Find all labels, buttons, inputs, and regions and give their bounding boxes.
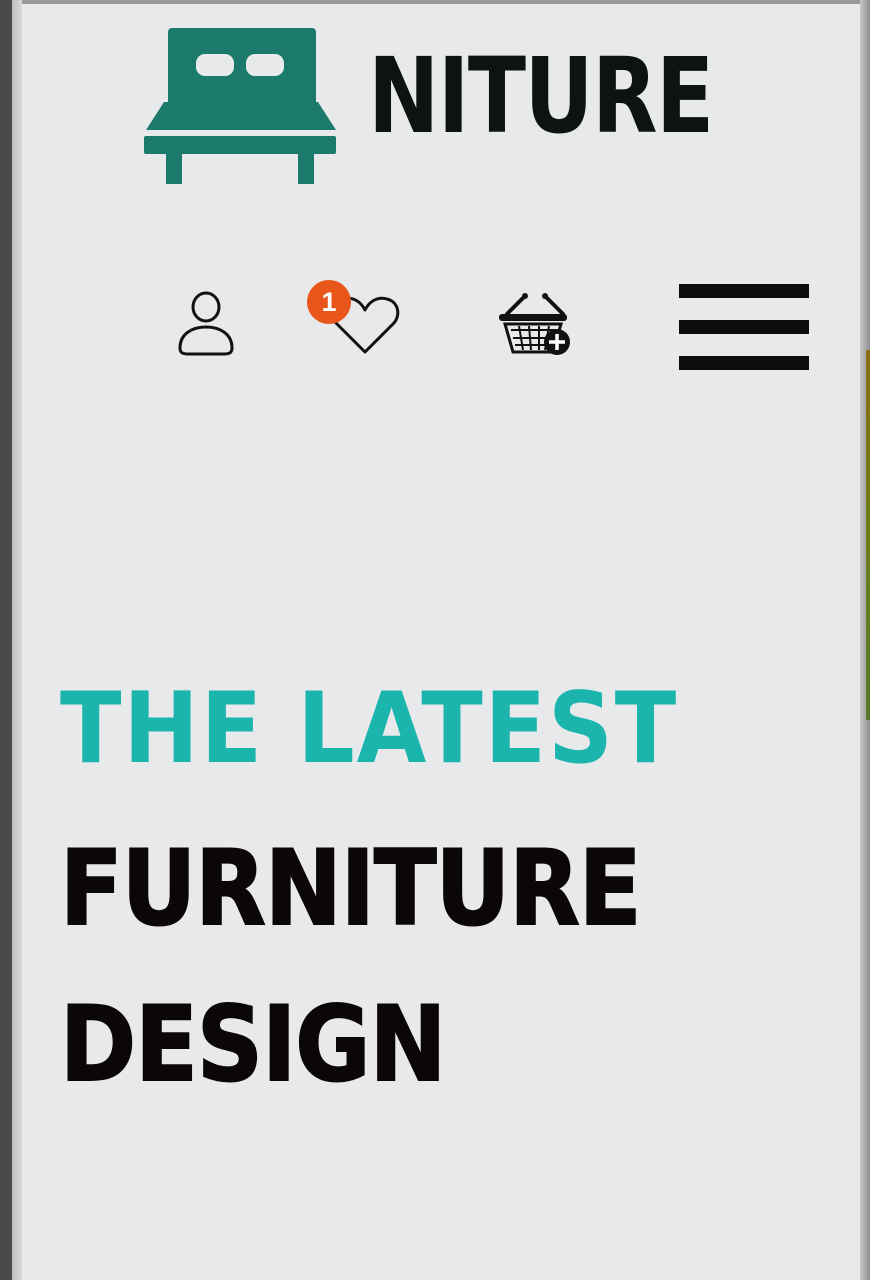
header-actions: 1 (22, 274, 860, 384)
hero-tagline: THE LATEST (60, 672, 679, 786)
background-sliver (866, 350, 870, 720)
device-frame-edge (12, 0, 22, 1280)
hero-title-line-1: FURNITURE (59, 829, 642, 949)
basket-add-icon (499, 293, 570, 355)
account-button[interactable] (174, 290, 238, 356)
user-icon (178, 291, 234, 356)
device-frame-left (0, 0, 12, 1280)
hero-title-line-2: DESIGN (59, 985, 447, 1105)
hamburger-menu-icon (679, 284, 809, 370)
menu-button[interactable] (677, 282, 811, 372)
page: NITURE 1 THE LATEST FURNITURE DESIGN (22, 0, 860, 1280)
wishlist-button[interactable]: 1 (307, 280, 407, 358)
bed-icon (144, 28, 336, 184)
wishlist-count-badge: 1 (307, 280, 351, 324)
brand-logo[interactable]: NITURE (142, 26, 742, 191)
brand-logo-text: NITURE (368, 35, 714, 157)
basket-button[interactable] (497, 288, 573, 358)
